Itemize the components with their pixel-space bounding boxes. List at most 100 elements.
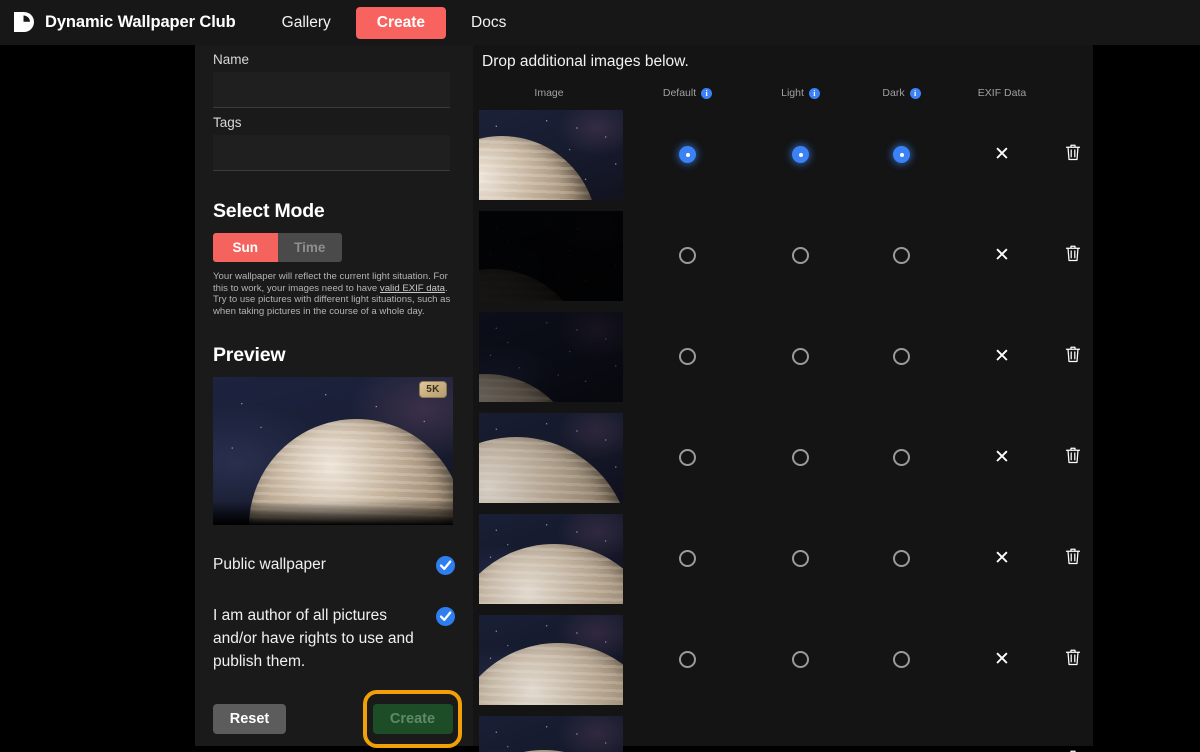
light-radio-button[interactable] bbox=[792, 348, 809, 365]
close-x-icon[interactable]: ✕ bbox=[994, 549, 1010, 568]
table-row: ✕ bbox=[473, 407, 1093, 508]
trash-icon[interactable] bbox=[1064, 142, 1082, 167]
close-x-icon[interactable]: ✕ bbox=[994, 347, 1010, 366]
light-radio-button[interactable] bbox=[792, 449, 809, 466]
exif-data-cell: ✕ bbox=[952, 407, 1052, 508]
column-header-exif: EXIF Data bbox=[952, 87, 1052, 99]
column-header-dark-label: Dark bbox=[882, 87, 904, 99]
default-radio-button[interactable] bbox=[679, 550, 696, 567]
default-radio-button[interactable] bbox=[679, 651, 696, 668]
image-thumbnail[interactable] bbox=[479, 716, 623, 752]
dark-radio-cell bbox=[851, 205, 952, 306]
light-radio-button[interactable] bbox=[792, 247, 809, 264]
resolution-badge: 5K bbox=[419, 381, 447, 398]
dark-info-icon[interactable]: i bbox=[910, 88, 921, 99]
trash-icon[interactable] bbox=[1064, 748, 1082, 752]
table-row: ✕ bbox=[473, 306, 1093, 407]
preview-image-container: 5K bbox=[213, 377, 453, 525]
default-radio-button[interactable] bbox=[679, 146, 696, 163]
images-table-rows: ✕ ✕ bbox=[473, 104, 1093, 752]
light-radio-cell bbox=[750, 104, 851, 205]
mode-button-time[interactable]: Time bbox=[278, 233, 343, 262]
delete-cell bbox=[1052, 609, 1093, 710]
dark-radio-button[interactable] bbox=[893, 247, 910, 264]
create-button[interactable]: Create bbox=[373, 704, 453, 734]
close-x-icon[interactable]: ✕ bbox=[994, 145, 1010, 164]
author-rights-checkbox-checked-icon[interactable] bbox=[436, 607, 455, 626]
default-info-icon[interactable]: i bbox=[701, 88, 712, 99]
delete-cell bbox=[1052, 205, 1093, 306]
images-table-panel: Drop additional images below. Image Defa… bbox=[473, 45, 1093, 746]
image-thumbnail[interactable] bbox=[479, 110, 623, 200]
light-radio-button[interactable] bbox=[792, 651, 809, 668]
default-radio-button[interactable] bbox=[679, 247, 696, 264]
brand[interactable]: Dynamic Wallpaper Club bbox=[11, 10, 236, 35]
select-mode-help-text: Your wallpaper will reflect the current … bbox=[213, 271, 453, 317]
default-radio-cell bbox=[625, 104, 750, 205]
column-header-light-label: Light bbox=[781, 87, 804, 99]
preview-title: Preview bbox=[213, 344, 455, 367]
image-thumbnail[interactable] bbox=[479, 615, 623, 705]
nav-link-docs[interactable]: Docs bbox=[455, 8, 522, 38]
delete-cell bbox=[1052, 508, 1093, 609]
wallpaper-form-panel: Name Tags Select Mode Sun Time Your wall… bbox=[195, 45, 473, 746]
table-row: ✕ bbox=[473, 205, 1093, 306]
trash-icon[interactable] bbox=[1064, 647, 1082, 672]
light-radio-button[interactable] bbox=[792, 146, 809, 163]
trash-icon[interactable] bbox=[1064, 243, 1082, 268]
nav-link-create[interactable]: Create bbox=[356, 7, 446, 39]
light-radio-cell bbox=[750, 306, 851, 407]
dark-radio-button[interactable] bbox=[893, 550, 910, 567]
top-navigation-bar: Dynamic Wallpaper Club Gallery Create Do… bbox=[0, 0, 1200, 45]
exif-data-cell: ✕ bbox=[952, 609, 1052, 710]
close-x-icon[interactable]: ✕ bbox=[994, 650, 1010, 669]
dark-radio-cell bbox=[851, 407, 952, 508]
column-header-light: Light i bbox=[750, 87, 851, 99]
author-rights-label: I am author of all pictures and/or have … bbox=[213, 604, 415, 673]
trash-icon[interactable] bbox=[1064, 445, 1082, 470]
trash-icon[interactable] bbox=[1064, 546, 1082, 571]
page-body: Name Tags Select Mode Sun Time Your wall… bbox=[0, 45, 1200, 746]
dark-radio-button[interactable] bbox=[893, 449, 910, 466]
delete-cell bbox=[1052, 407, 1093, 508]
image-thumbnail-cell bbox=[473, 306, 625, 407]
default-radio-cell bbox=[625, 205, 750, 306]
image-thumbnail[interactable] bbox=[479, 312, 623, 402]
name-input[interactable] bbox=[213, 72, 450, 108]
brand-name: Dynamic Wallpaper Club bbox=[45, 13, 236, 32]
default-radio-button[interactable] bbox=[679, 348, 696, 365]
dynamic-wallpaper-logo-icon bbox=[11, 10, 36, 35]
default-radio-button[interactable] bbox=[679, 449, 696, 466]
dark-radio-button[interactable] bbox=[893, 651, 910, 668]
delete-cell bbox=[1052, 104, 1093, 205]
light-radio-cell bbox=[750, 508, 851, 609]
image-thumbnail[interactable] bbox=[479, 211, 623, 301]
close-x-icon[interactable]: ✕ bbox=[994, 246, 1010, 265]
tags-input[interactable] bbox=[213, 135, 450, 171]
column-header-default: Default i bbox=[625, 87, 750, 99]
valid-exif-data-link[interactable]: valid EXIF data bbox=[380, 283, 445, 294]
light-info-icon[interactable]: i bbox=[809, 88, 820, 99]
reset-button[interactable]: Reset bbox=[213, 704, 286, 734]
public-wallpaper-checkbox-checked-icon[interactable] bbox=[436, 556, 455, 575]
image-thumbnail[interactable] bbox=[479, 514, 623, 604]
mode-button-sun[interactable]: Sun bbox=[213, 233, 278, 262]
light-radio-cell bbox=[750, 205, 851, 306]
image-thumbnail-cell bbox=[473, 407, 625, 508]
select-mode-title: Select Mode bbox=[213, 200, 455, 223]
close-x-icon[interactable]: ✕ bbox=[994, 448, 1010, 467]
light-radio-button[interactable] bbox=[792, 550, 809, 567]
default-radio-cell bbox=[625, 508, 750, 609]
name-label: Name bbox=[213, 45, 455, 67]
column-header-image: Image bbox=[473, 87, 625, 99]
public-wallpaper-row[interactable]: Public wallpaper bbox=[213, 553, 455, 576]
image-thumbnail[interactable] bbox=[479, 413, 623, 503]
table-row: ✕ bbox=[473, 609, 1093, 710]
trash-icon[interactable] bbox=[1064, 344, 1082, 369]
dark-radio-button[interactable] bbox=[893, 146, 910, 163]
image-thumbnail-cell bbox=[473, 205, 625, 306]
delete-cell bbox=[1052, 306, 1093, 407]
dark-radio-button[interactable] bbox=[893, 348, 910, 365]
nav-link-gallery[interactable]: Gallery bbox=[266, 8, 347, 38]
author-rights-row[interactable]: I am author of all pictures and/or have … bbox=[213, 604, 455, 673]
